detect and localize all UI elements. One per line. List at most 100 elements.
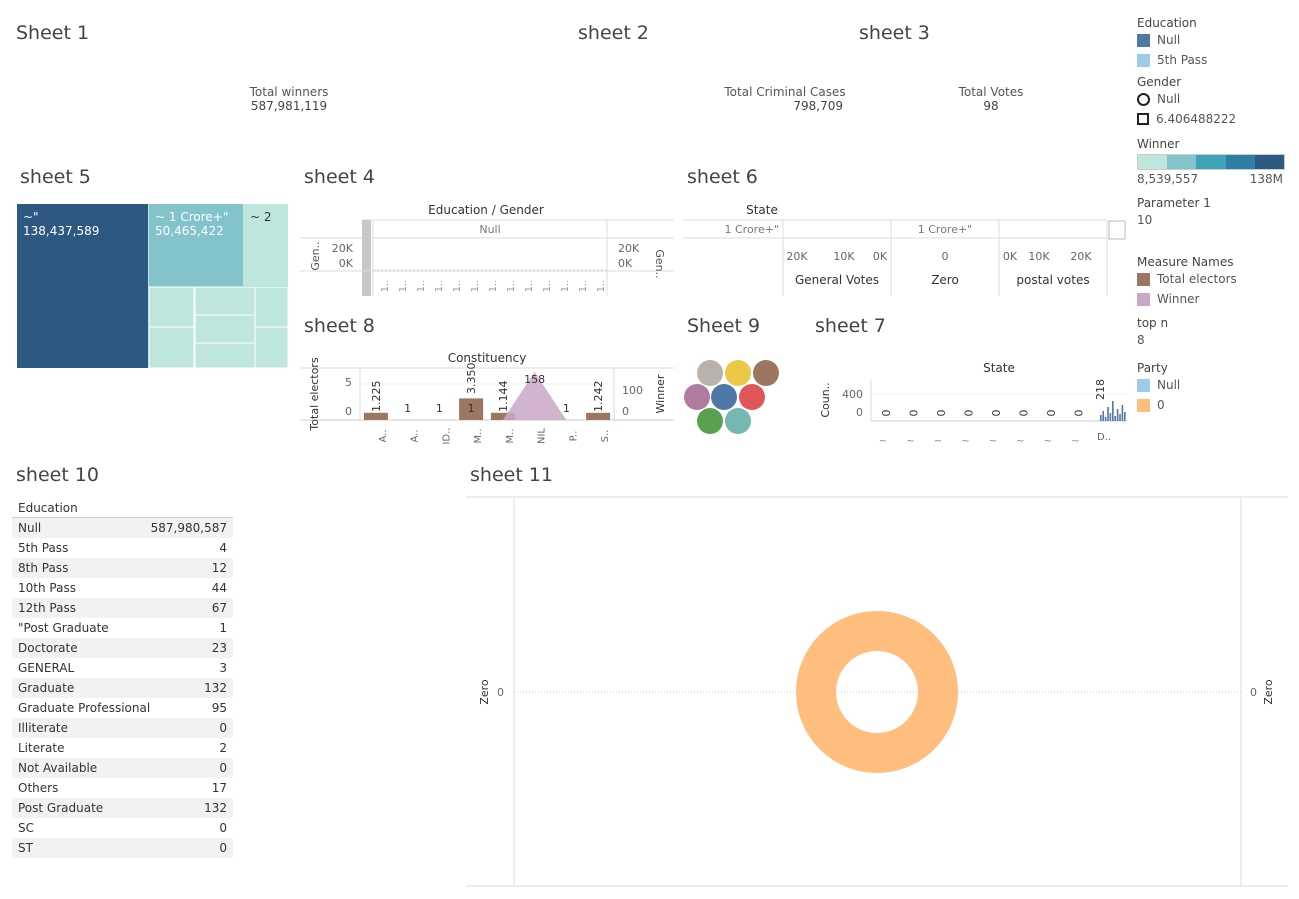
sheet8-left-axis: Total electors xyxy=(308,357,321,431)
sheet7-bar[interactable] xyxy=(1107,407,1109,421)
sheet7-title: sheet 7 xyxy=(815,315,886,337)
legend-item[interactable]: Total electors xyxy=(1137,269,1287,289)
treemap-cell[interactable] xyxy=(254,326,288,368)
table-row[interactable]: "Post Graduate 1 xyxy=(12,618,233,638)
treemap-cell[interactable] xyxy=(149,287,195,328)
packed-circle[interactable] xyxy=(753,360,779,386)
table-row[interactable]: Null 587,980,587 xyxy=(12,518,233,538)
row-label: 8th Pass xyxy=(18,561,69,575)
sheet11-left-axis: Zero xyxy=(478,679,491,705)
treemap-cell[interactable] xyxy=(194,342,256,368)
packed-circle[interactable] xyxy=(739,384,765,410)
sheet8-header: Constituency xyxy=(448,351,527,365)
legend-item[interactable]: 6.406488222 xyxy=(1137,109,1287,129)
circle-icon xyxy=(1137,92,1150,106)
sheet7-bar[interactable] xyxy=(1109,413,1112,421)
sheet6-col-label: General Votes xyxy=(795,273,879,287)
legend-swatch xyxy=(1137,292,1150,306)
table-row[interactable]: Graduate 132 xyxy=(12,678,233,698)
table-row[interactable]: SC 0 xyxy=(12,818,233,838)
treemap-cell[interactable] xyxy=(254,287,288,328)
treemap-cell[interactable]: ~ 2 xyxy=(244,204,288,286)
legend-label: 0 xyxy=(1157,398,1165,412)
sheet11-right-axis: Zero xyxy=(1262,679,1275,705)
sheet4-x-label: 1.. xyxy=(416,280,427,293)
parameter1-title: Parameter 1 xyxy=(1137,196,1211,210)
parameter1-value[interactable]: 10 xyxy=(1137,213,1287,227)
sheet7-bar[interactable] xyxy=(1104,417,1107,421)
sheet11-tick: 0 xyxy=(1250,686,1257,699)
sheet7-bar[interactable] xyxy=(1116,409,1119,421)
sheet7-header: State xyxy=(983,361,1015,375)
row-label: ST xyxy=(18,841,33,855)
table-row[interactable]: 12th Pass 67 xyxy=(12,598,233,618)
sheet4-scrollbar[interactable] xyxy=(362,220,371,296)
legend-item[interactable]: Null xyxy=(1137,89,1287,109)
sheet3-title: sheet 3 xyxy=(859,22,930,44)
sheet6-checkbox[interactable] xyxy=(1108,220,1126,240)
sheet7-zero-label: 0 xyxy=(908,410,921,417)
sheet7-tick: 0 xyxy=(856,406,863,419)
sheet8-title: sheet 8 xyxy=(304,315,375,337)
packed-circle[interactable] xyxy=(725,408,751,434)
legend-gender-title: Gender xyxy=(1137,75,1182,89)
table-row[interactable]: Post Graduate 132 xyxy=(12,798,233,818)
legend-item[interactable]: Null xyxy=(1137,375,1287,395)
table-row[interactable]: 10th Pass 44 xyxy=(12,578,233,598)
table-row[interactable]: Doctorate 23 xyxy=(12,638,233,658)
sheet8-x-label: P.. xyxy=(568,431,579,442)
top-n-value[interactable]: 8 xyxy=(1137,333,1287,347)
sheet8-x-label: A.. xyxy=(410,429,421,442)
row-value: 1 xyxy=(219,621,227,635)
sheet4-col-label: Null xyxy=(479,223,500,236)
sheet7-bar[interactable] xyxy=(1112,401,1114,421)
sheet7-bar[interactable] xyxy=(1119,414,1121,421)
sheet6-tick: 20K xyxy=(786,250,808,263)
legend-item[interactable]: Null xyxy=(1137,30,1287,50)
treemap-cell[interactable]: ~" 138,437,589 xyxy=(17,204,148,368)
legend-item[interactable]: Winner xyxy=(1137,289,1287,309)
table-row[interactable]: 5th Pass 4 xyxy=(12,538,233,558)
sheet7-bar[interactable] xyxy=(1124,412,1126,421)
legend-item[interactable]: 0 xyxy=(1137,395,1287,415)
table-row[interactable]: Literate 2 xyxy=(12,738,233,758)
row-label: 10th Pass xyxy=(18,581,76,595)
packed-circle[interactable] xyxy=(697,408,723,434)
sheet4-tick: 20K xyxy=(332,242,354,255)
packed-circle[interactable] xyxy=(725,360,751,386)
sheet7-bar[interactable] xyxy=(1121,405,1124,421)
bar-total-electors[interactable] xyxy=(363,412,388,420)
row-value: 4 xyxy=(219,541,227,555)
sheet1-title: Sheet 1 xyxy=(16,22,90,44)
sheet7-bar[interactable] xyxy=(1100,415,1102,421)
sheet7-bar[interactable] xyxy=(1102,411,1104,421)
legend-item[interactable]: 5th Pass xyxy=(1137,50,1287,70)
top-n-title: top n xyxy=(1137,316,1169,330)
sheet9-title: Sheet 9 xyxy=(687,315,761,337)
table-header: Education xyxy=(12,500,233,518)
sheet4-right-axis: Gen.. xyxy=(653,249,666,278)
table-row[interactable]: 8th Pass 12 xyxy=(12,558,233,578)
packed-circle[interactable] xyxy=(684,384,710,410)
sheet7-x-label: ~ xyxy=(1016,436,1024,447)
treemap-cell[interactable]: ~ 1 Crore+" 50,465,422 xyxy=(149,204,243,286)
table-row[interactable]: Illiterate 0 xyxy=(12,718,233,738)
bar-label: 1.242 xyxy=(592,381,605,413)
treemap-cell[interactable] xyxy=(149,326,195,368)
table-row[interactable]: Not Available 0 xyxy=(12,758,233,778)
bar-total-electors[interactable] xyxy=(586,412,611,420)
table-row[interactable]: GENERAL 3 xyxy=(12,658,233,678)
treemap-cell[interactable] xyxy=(194,287,256,316)
packed-circle[interactable] xyxy=(711,384,737,410)
table-row[interactable]: Others 17 xyxy=(12,778,233,798)
row-label: Null xyxy=(18,521,42,535)
sheet7-bar[interactable] xyxy=(1114,416,1116,421)
sheet7-x-label: ~ xyxy=(1044,436,1052,447)
sheet6-header: State xyxy=(746,203,778,217)
sheet11-chart: Zero Zero 0 0 xyxy=(466,496,1288,887)
packed-circle[interactable] xyxy=(697,360,723,386)
treemap-cell-value: 50,465,422 xyxy=(155,224,224,238)
treemap-cell[interactable] xyxy=(194,314,256,344)
table-row[interactable]: Graduate Professional 95 xyxy=(12,698,233,718)
table-row[interactable]: ST 0 xyxy=(12,838,233,858)
